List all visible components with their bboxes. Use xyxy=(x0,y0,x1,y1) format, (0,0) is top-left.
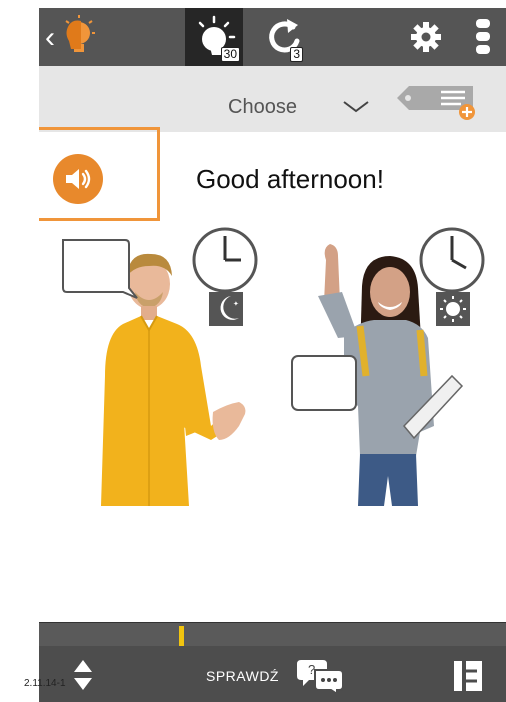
back-button[interactable]: ‹ xyxy=(39,8,103,66)
speaker-icon xyxy=(66,169,91,189)
lesson-phrase: Good afternoon! xyxy=(196,164,384,194)
svg-text:✦: ✦ xyxy=(233,300,239,308)
list-view-icon[interactable] xyxy=(453,660,483,692)
speech-bubble-icon xyxy=(291,355,357,411)
progress-marker xyxy=(179,626,184,646)
lesson-count-badge: 30 xyxy=(220,47,240,62)
tag-list-add-icon xyxy=(397,86,475,120)
speech-bubble-icon xyxy=(62,239,138,299)
back-bulb-icon: ‹ xyxy=(45,15,95,54)
answer-card-evening[interactable]: ✦ xyxy=(61,226,261,506)
chat-question-icon[interactable]: ? xyxy=(297,658,345,694)
man-illustration: ✦ xyxy=(62,227,258,506)
version-label: 2.11.14-1 xyxy=(24,678,66,689)
answer-card-afternoon[interactable] xyxy=(288,226,488,506)
check-button[interactable]: SPRAWDŹ xyxy=(206,668,279,684)
word-list-button[interactable] xyxy=(395,82,477,127)
app-window: ‹ 30 3 Choose Good afternoon! ✦ SPRAWDŹ … xyxy=(39,8,506,702)
up-down-arrow-icon[interactable] xyxy=(73,658,93,692)
woman-illustration xyxy=(291,227,485,506)
tab-lesson[interactable]: 30 xyxy=(185,8,243,66)
repeat-count-badge: 3 xyxy=(290,47,303,62)
gear-icon xyxy=(411,22,441,52)
choose-bar: Choose xyxy=(39,66,506,132)
settings-button[interactable] xyxy=(401,8,451,66)
play-sound-button[interactable] xyxy=(53,154,103,204)
svg-text:‹: ‹ xyxy=(45,21,55,54)
chevron-down-icon[interactable] xyxy=(342,100,370,114)
lesson-progress-bar xyxy=(39,622,506,647)
bottom-toolbar: SPRAWDŹ ? xyxy=(39,646,506,702)
more-menu-button[interactable] xyxy=(465,8,501,66)
tab-repeat[interactable]: 3 xyxy=(257,8,313,66)
choose-dropdown[interactable]: Choose xyxy=(228,96,297,119)
more-vertical-icon xyxy=(476,19,490,54)
top-toolbar: ‹ 30 3 xyxy=(39,8,506,66)
